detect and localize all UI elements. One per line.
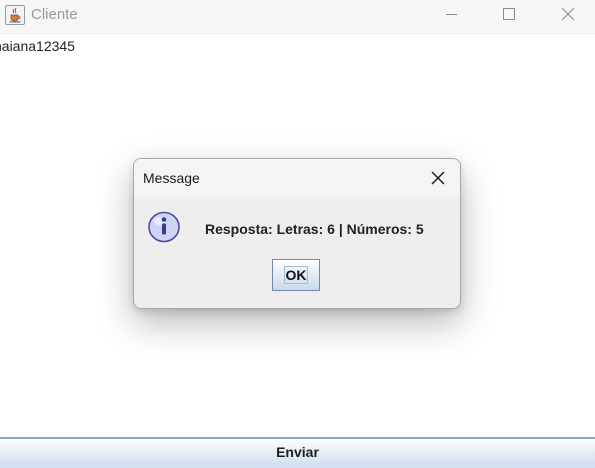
dialog-message: Resposta: Letras: 6 | Números: 5: [205, 221, 424, 237]
dialog-close-button[interactable]: [426, 167, 450, 189]
minimize-button[interactable]: [429, 0, 475, 30]
text-area-content: naiana12345: [0, 38, 75, 54]
cliente-window: Cliente naiana12345 Enviar Message Respo…: [0, 0, 595, 468]
information-icon: [147, 209, 181, 243]
send-button[interactable]: Enviar: [0, 437, 595, 468]
close-button[interactable]: [545, 0, 591, 30]
dialog-title: Message: [143, 170, 200, 186]
close-icon: [431, 171, 445, 185]
java-cup-icon: [5, 5, 25, 25]
message-dialog: Message Resposta: Letras: 6 | Números: 5…: [133, 158, 461, 309]
close-icon: [561, 7, 575, 21]
dialog-titlebar[interactable]: Message: [134, 159, 460, 197]
maximize-button[interactable]: [486, 0, 532, 30]
window-title: Cliente: [31, 6, 78, 23]
minimize-icon: [446, 14, 457, 15]
ok-focus-ring: [284, 266, 308, 284]
ok-button[interactable]: OK: [272, 259, 320, 291]
window-titlebar[interactable]: Cliente: [0, 0, 595, 34]
maximize-icon: [503, 8, 515, 20]
